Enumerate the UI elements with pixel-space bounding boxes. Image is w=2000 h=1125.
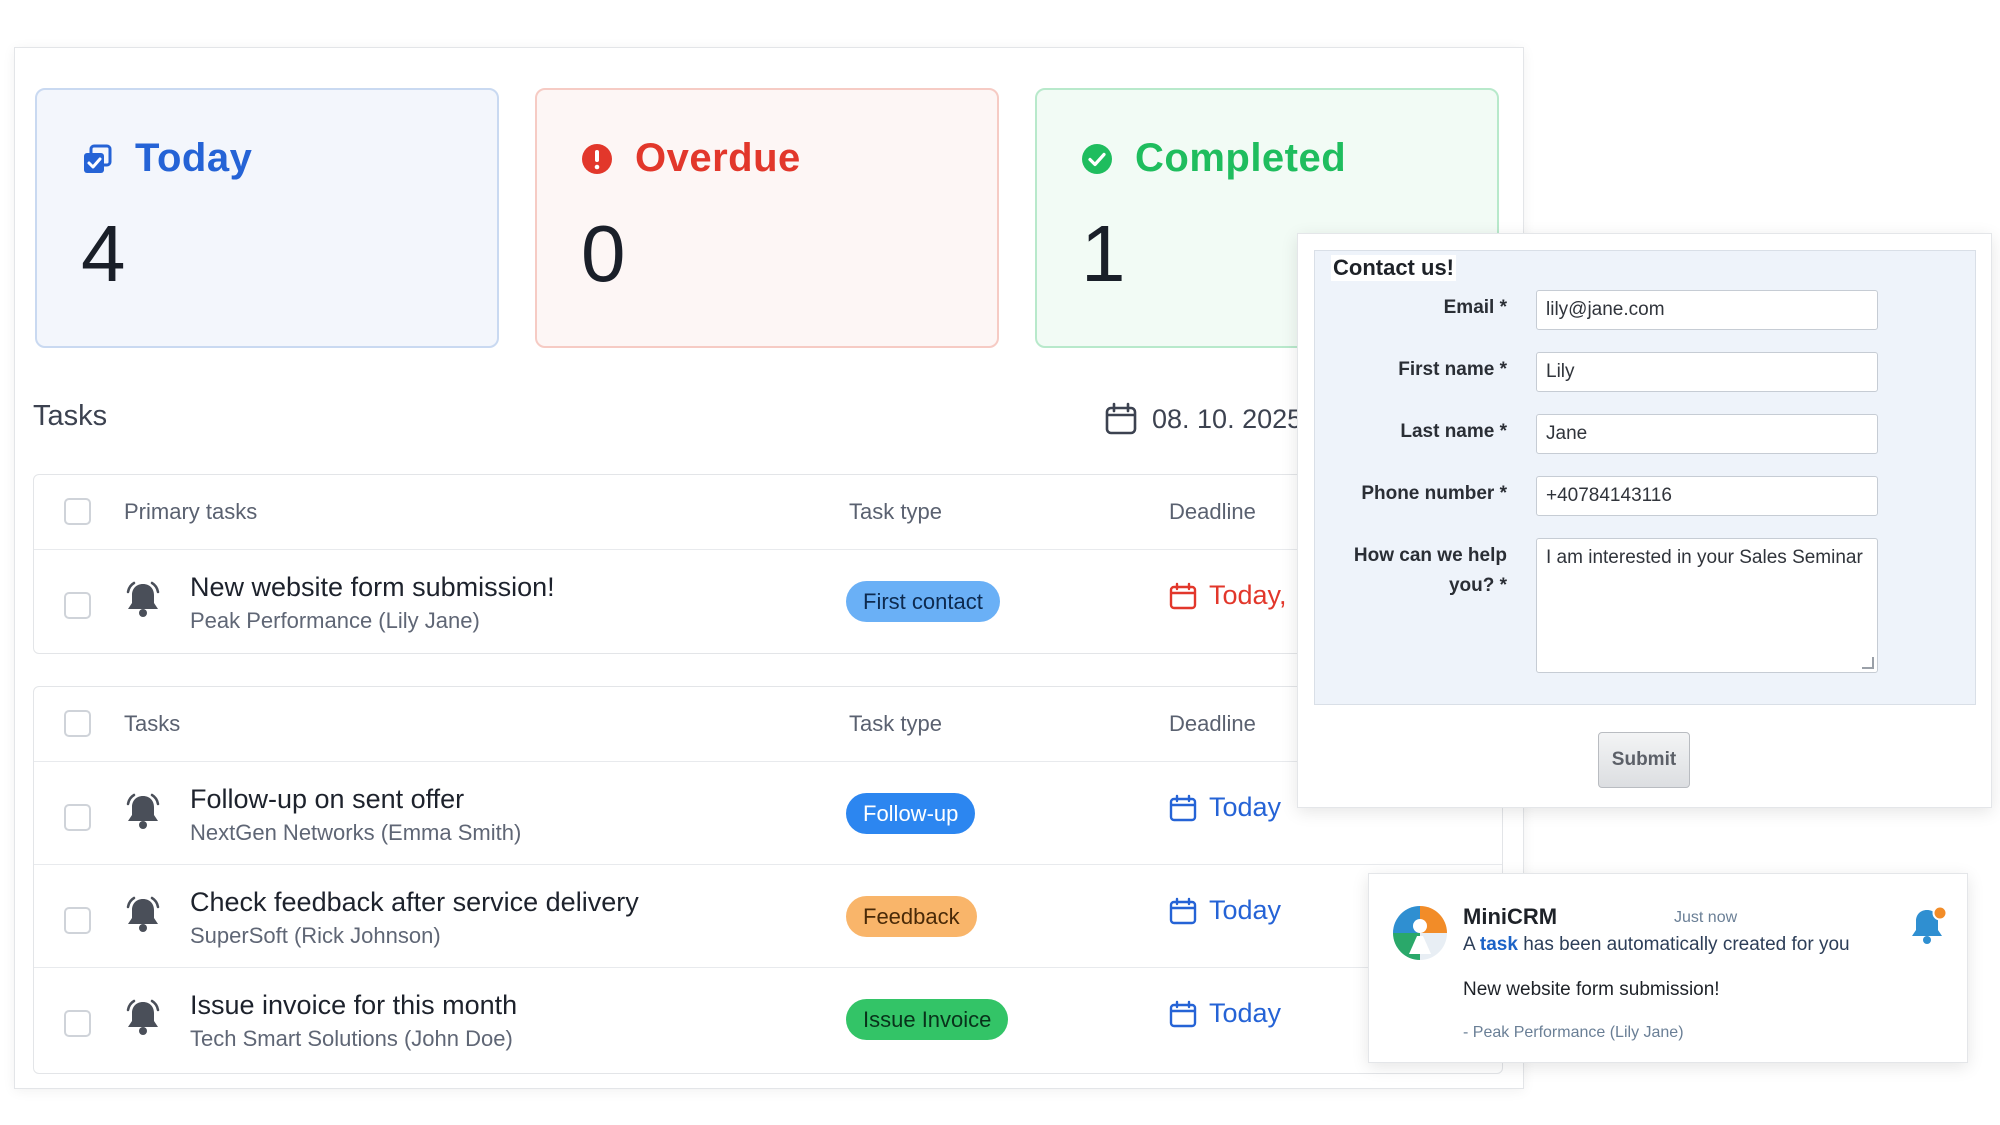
email-label: Email * bbox=[1443, 297, 1507, 318]
row-checkbox[interactable] bbox=[64, 907, 91, 934]
task-title[interactable]: New website form submission! bbox=[190, 572, 555, 603]
notification-message: A task has been automatically created fo… bbox=[1463, 934, 1850, 956]
tasks-table: Tasks Task type Deadline Follow-up on se… bbox=[33, 686, 1503, 1074]
help-label-line2: you? * bbox=[1448, 575, 1507, 596]
calendar-icon bbox=[1169, 897, 1197, 924]
deadline: Today, bbox=[1169, 580, 1287, 611]
task-subtitle: NextGen Networks (Emma Smith) bbox=[190, 820, 522, 845]
column-header-task-type: Task type bbox=[849, 499, 942, 524]
notification-task-link[interactable]: task bbox=[1480, 934, 1518, 955]
task-subtitle: Peak Performance (Lily Jane) bbox=[190, 608, 480, 633]
bell-icon[interactable] bbox=[124, 998, 162, 1038]
deadline: Today bbox=[1169, 895, 1281, 926]
stat-value-overdue: 0 bbox=[581, 209, 626, 298]
notification-message-prefix: A bbox=[1463, 934, 1475, 955]
help-message-value: I am interested in your Sales Seminar bbox=[1546, 547, 1863, 568]
table-header: Primary tasks Task type Deadline bbox=[34, 475, 1502, 549]
column-header-deadline: Deadline bbox=[1169, 711, 1256, 736]
notification-toast[interactable]: MiniCRM Just now A task has been automat… bbox=[1368, 873, 1968, 1063]
first-name-label: First name * bbox=[1398, 359, 1507, 380]
task-title[interactable]: Issue invoice for this month bbox=[190, 990, 517, 1021]
deadline: Today bbox=[1169, 792, 1281, 823]
deadline-value: Today bbox=[1209, 792, 1282, 822]
form-title: Contact us! bbox=[1331, 255, 1456, 281]
task-title[interactable]: Follow-up on sent offer bbox=[190, 784, 464, 815]
primary-tasks-table: Primary tasks Task type Deadline New web… bbox=[33, 474, 1503, 654]
help-label-line1: How can we help bbox=[1353, 545, 1507, 566]
row-checkbox[interactable] bbox=[64, 1010, 91, 1037]
calendar-icon bbox=[1169, 582, 1197, 609]
column-header-tasks: Tasks bbox=[124, 711, 181, 736]
checkbox-stack-icon bbox=[84, 144, 112, 173]
table-row[interactable]: New website form submission! Peak Perfor… bbox=[34, 549, 1502, 653]
alert-circle-icon bbox=[582, 143, 612, 174]
task-type-badge: Issue Invoice bbox=[846, 999, 1009, 1040]
submit-button[interactable]: Submit bbox=[1598, 732, 1690, 788]
notification-body: New website form submission! bbox=[1463, 979, 1720, 1000]
first-name-field[interactable]: Lily bbox=[1536, 352, 1878, 392]
task-type-badge: Follow-up bbox=[846, 793, 976, 834]
last-name-field[interactable]: Jane bbox=[1536, 414, 1878, 454]
stat-title-completed: Completed bbox=[1135, 136, 1347, 180]
phone-label: Phone number * bbox=[1361, 483, 1507, 504]
date-filter[interactable]: 08. 10. 2025 bbox=[1104, 402, 1302, 436]
stat-card-today[interactable]: Today 4 bbox=[35, 88, 499, 348]
column-header-task-type: Task type bbox=[849, 711, 942, 736]
help-message-textarea[interactable]: I am interested in your Sales Seminar bbox=[1536, 538, 1878, 673]
check-circle-icon bbox=[1082, 143, 1112, 174]
email-field[interactable]: lily@jane.com bbox=[1536, 290, 1878, 330]
bell-icon[interactable] bbox=[124, 792, 162, 832]
stat-value-completed: 1 bbox=[1081, 209, 1126, 298]
deadline-value: Today bbox=[1209, 895, 1282, 925]
task-type-badge: First contact bbox=[846, 581, 1000, 622]
date-filter-value: 08. 10. 2025 bbox=[1152, 403, 1303, 434]
minicrm-logo-icon bbox=[1393, 906, 1447, 960]
task-type-badge: Feedback bbox=[846, 896, 977, 937]
bell-icon[interactable] bbox=[124, 580, 162, 620]
table-header: Tasks Task type Deadline bbox=[34, 687, 1502, 761]
stat-card-overdue[interactable]: Overdue 0 bbox=[535, 88, 999, 348]
resize-handle[interactable] bbox=[1862, 657, 1874, 669]
table-row[interactable]: Follow-up on sent offer NextGen Networks… bbox=[34, 761, 1502, 865]
stat-title-today: Today bbox=[135, 136, 253, 180]
task-subtitle: SuperSoft (Rick Johnson) bbox=[190, 923, 441, 948]
task-title[interactable]: Check feedback after service delivery bbox=[190, 887, 639, 918]
phone-field[interactable]: +40784143116 bbox=[1536, 476, 1878, 516]
row-checkbox[interactable] bbox=[64, 804, 91, 831]
notification-bell-icon[interactable] bbox=[1909, 904, 1949, 948]
row-checkbox[interactable] bbox=[64, 592, 91, 619]
select-all-checkbox[interactable] bbox=[64, 498, 91, 525]
tasks-heading: Tasks bbox=[33, 400, 108, 432]
bell-icon[interactable] bbox=[124, 895, 162, 935]
column-header-primary-tasks: Primary tasks bbox=[124, 499, 258, 524]
deadline-value: Today bbox=[1209, 998, 1282, 1028]
task-subtitle: Tech Smart Solutions (John Doe) bbox=[190, 1026, 513, 1051]
help-label: How can we help you? * bbox=[1354, 541, 1507, 601]
contact-form: Contact us! Email * lily@jane.com First … bbox=[1314, 250, 1976, 705]
last-name-label: Last name * bbox=[1400, 421, 1507, 442]
table-row[interactable]: Issue invoice for this month Tech Smart … bbox=[34, 967, 1502, 1071]
calendar-icon bbox=[1105, 402, 1137, 435]
notification-message-suffix: has been automatically created for you bbox=[1523, 934, 1850, 955]
deadline: Today bbox=[1169, 998, 1281, 1029]
notification-footer: - Peak Performance (Lily Jane) bbox=[1463, 1024, 1684, 1041]
column-header-deadline: Deadline bbox=[1169, 499, 1256, 524]
calendar-icon bbox=[1169, 794, 1197, 821]
select-all-checkbox[interactable] bbox=[64, 710, 91, 737]
calendar-icon bbox=[1169, 1000, 1197, 1027]
notification-time: Just now bbox=[1674, 909, 1738, 926]
deadline-value: Today, bbox=[1209, 580, 1287, 610]
contact-form-window: Contact us! Email * lily@jane.com First … bbox=[1297, 233, 1992, 808]
notification-app-name: MiniCRM bbox=[1463, 904, 1558, 929]
stat-value-today: 4 bbox=[81, 209, 126, 298]
table-row[interactable]: Check feedback after service delivery Su… bbox=[34, 864, 1502, 968]
stat-title-overdue: Overdue bbox=[635, 136, 801, 180]
